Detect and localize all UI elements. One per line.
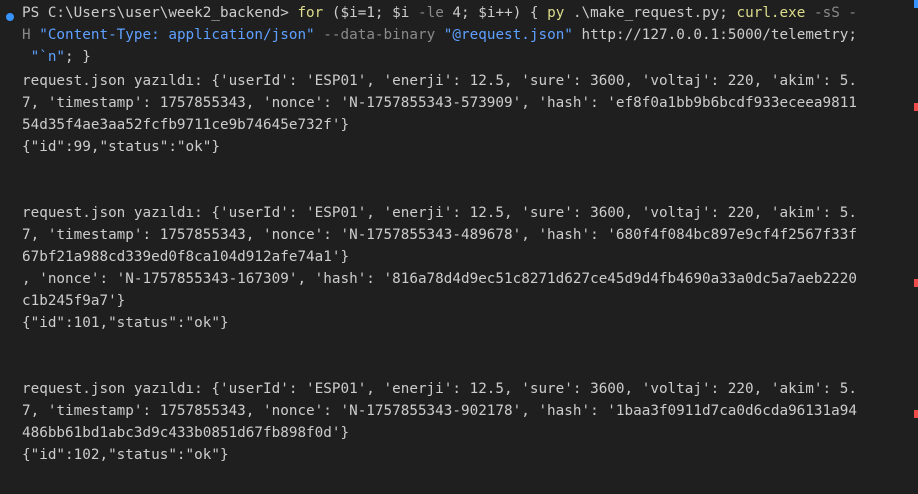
prompt-path: PS C:\Users\user\week2_backend> (22, 5, 298, 21)
loop-limit: 4; (452, 5, 479, 21)
output-line: 486bb61bd1abc3d9c433b0851d67fb898f0d'} (22, 425, 350, 441)
output-line: 7, 'timestamp': 1757855343, 'nonce': 'N-… (22, 95, 857, 111)
loop-end: ; } (65, 49, 91, 65)
curl-flags: -sS - (805, 5, 858, 21)
scroll-position-marker (914, 0, 918, 8)
command-line-2: H "Content-Type: application/json" --dat… (22, 24, 857, 46)
response-line: {"id":101,"status":"ok"} (22, 315, 229, 331)
loop-init: ($i=1; (323, 5, 393, 21)
output-line: request.json yazıldı: {'userId': 'ESP01'… (22, 73, 857, 89)
error-marker (914, 103, 918, 111)
loop-increment: $i++ (478, 5, 513, 21)
loop-var: $i (392, 5, 410, 21)
curl-command: curl.exe (736, 5, 806, 21)
content-type-string: "Content-Type: application/json" (39, 27, 315, 43)
output-line: , 'nonce': 'N-1757855343-167309', 'hash'… (22, 271, 857, 287)
output-line: 7, 'timestamp': 1757855343, 'nonce': 'N-… (22, 403, 857, 419)
error-marker (914, 410, 918, 418)
response-line: {"id":99,"status":"ok"} (22, 139, 220, 155)
output-line: request.json yazıldı: {'userId': 'ESP01'… (22, 205, 857, 221)
response-line: {"id":102,"status":"ok"} (22, 447, 229, 463)
endpoint-url: http://127.0.0.1:5000/telemetry; (572, 27, 857, 43)
output-line: request.json yazıldı: {'userId': 'ESP01'… (22, 381, 857, 397)
script-arg: .\make_request.py; (564, 5, 737, 21)
header-flag: H (22, 27, 40, 43)
request-file-string: "@request.json" (443, 27, 573, 43)
for-keyword: for (297, 5, 324, 21)
data-binary-flag: --data-binary (314, 27, 444, 43)
output-line: 54d35f4ae3aa52fcfb9711ce9b74645e732f'} (22, 117, 350, 133)
py-command: py (547, 5, 565, 21)
command-status-dot-icon[interactable] (6, 13, 14, 21)
command-line-1: PS C:\Users\user\week2_backend> for ($i=… (22, 2, 857, 24)
terminal-panel[interactable]: PS C:\Users\user\week2_backend> for ($i=… (0, 0, 918, 494)
scrollbar[interactable] (904, 0, 918, 494)
le-operator: -le (409, 5, 453, 21)
error-marker (914, 279, 918, 287)
command-line-3: "`n"; } (22, 46, 91, 68)
loop-brace: ) { (512, 5, 548, 21)
output-line: c1b245f9a7'} (22, 293, 126, 309)
output-line: 7, 'timestamp': 1757855343, 'nonce': 'N-… (22, 227, 857, 243)
newline-string: "`n" (22, 49, 66, 65)
output-line: 67bf21a988cd339ed0f8ca104d912afe74a1'} (22, 249, 350, 265)
